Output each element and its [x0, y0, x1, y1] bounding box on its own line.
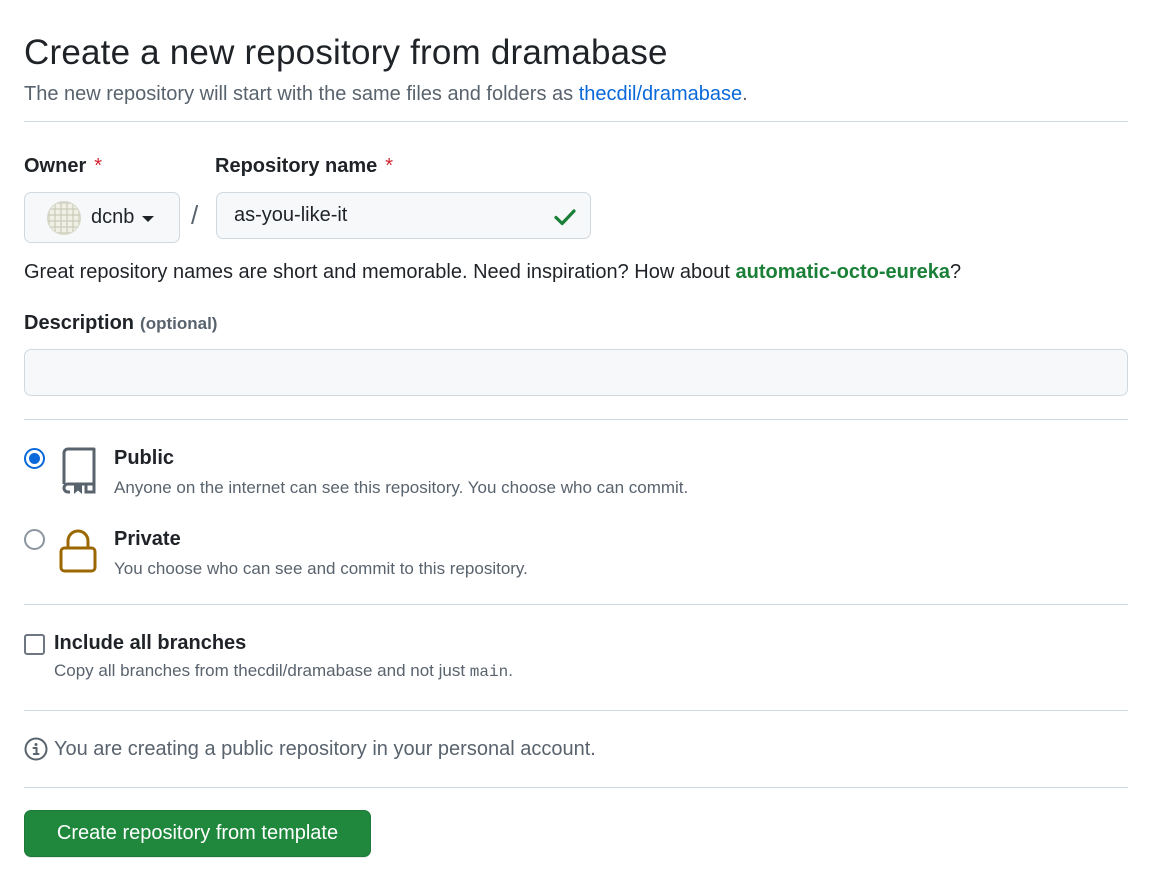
description-label-text: Description: [24, 312, 135, 334]
include-branches-suffix: .: [508, 661, 513, 680]
check-icon: [554, 209, 576, 226]
owner-label: Owner *: [24, 155, 102, 178]
page-title: Create a new repository from dramabase: [24, 33, 668, 72]
repo-name-input[interactable]: [217, 193, 590, 238]
include-branches-description: Copy all branches from thecdil/dramabase…: [54, 661, 513, 681]
private-radio[interactable]: [24, 529, 45, 550]
owner-avatar: [47, 200, 81, 235]
info-text: You are creating a public repository in …: [54, 737, 596, 760]
info-message: You are creating a public repository in …: [24, 737, 596, 761]
include-branches-text: Copy all branches from thecdil/dramabase…: [54, 661, 466, 680]
required-mark: *: [94, 155, 103, 177]
repo-name-label-text: Repository name: [215, 155, 378, 177]
triangle-down-icon: [142, 215, 155, 222]
info-icon: [24, 737, 48, 761]
subtitle-suffix: .: [742, 83, 748, 105]
lock-icon: [59, 529, 97, 573]
repo-icon: [62, 447, 96, 494]
template-repo-link[interactable]: thecdil/dramabase: [579, 83, 742, 105]
divider: [24, 604, 1128, 605]
divider: [24, 710, 1128, 711]
hint-suffix: ?: [949, 261, 962, 283]
include-branches-label: Include all branches: [54, 632, 247, 654]
page-subtitle: The new repository will start with the s…: [24, 80, 748, 108]
owner-repo-separator: /: [191, 200, 199, 230]
public-option-description: Anyone on the internet can see this repo…: [114, 478, 689, 497]
divider: [24, 419, 1128, 420]
repo-name-label: Repository name *: [215, 155, 393, 178]
optional-tag: (optional): [140, 314, 218, 333]
description-input[interactable]: [24, 349, 1128, 396]
private-option-description: You choose who can see and commit to thi…: [114, 559, 528, 578]
suggested-name-link[interactable]: automatic-octo-eureka: [735, 261, 950, 283]
branch-name: main: [469, 663, 509, 681]
owner-name: dcnb: [91, 206, 135, 228]
owner-dropdown-button[interactable]: dcnb: [24, 192, 180, 243]
create-repository-button[interactable]: Create repository from template: [24, 810, 371, 857]
include-branches-checkbox[interactable]: [24, 634, 45, 655]
required-mark: *: [385, 155, 394, 177]
hint-text: Great repository names are short and mem…: [24, 261, 730, 283]
divider: [24, 121, 1128, 122]
private-option-label: Private: [114, 528, 181, 550]
repo-name-field: [216, 192, 591, 239]
owner-label-text: Owner: [24, 155, 87, 177]
repo-name-hint: Great repository names are short and mem…: [24, 258, 961, 286]
subtitle-text: The new repository will start with the s…: [24, 83, 574, 105]
public-radio[interactable]: [24, 448, 45, 469]
public-option-label: Public: [114, 447, 175, 469]
description-label: Description (optional): [24, 312, 217, 335]
divider: [24, 787, 1128, 788]
